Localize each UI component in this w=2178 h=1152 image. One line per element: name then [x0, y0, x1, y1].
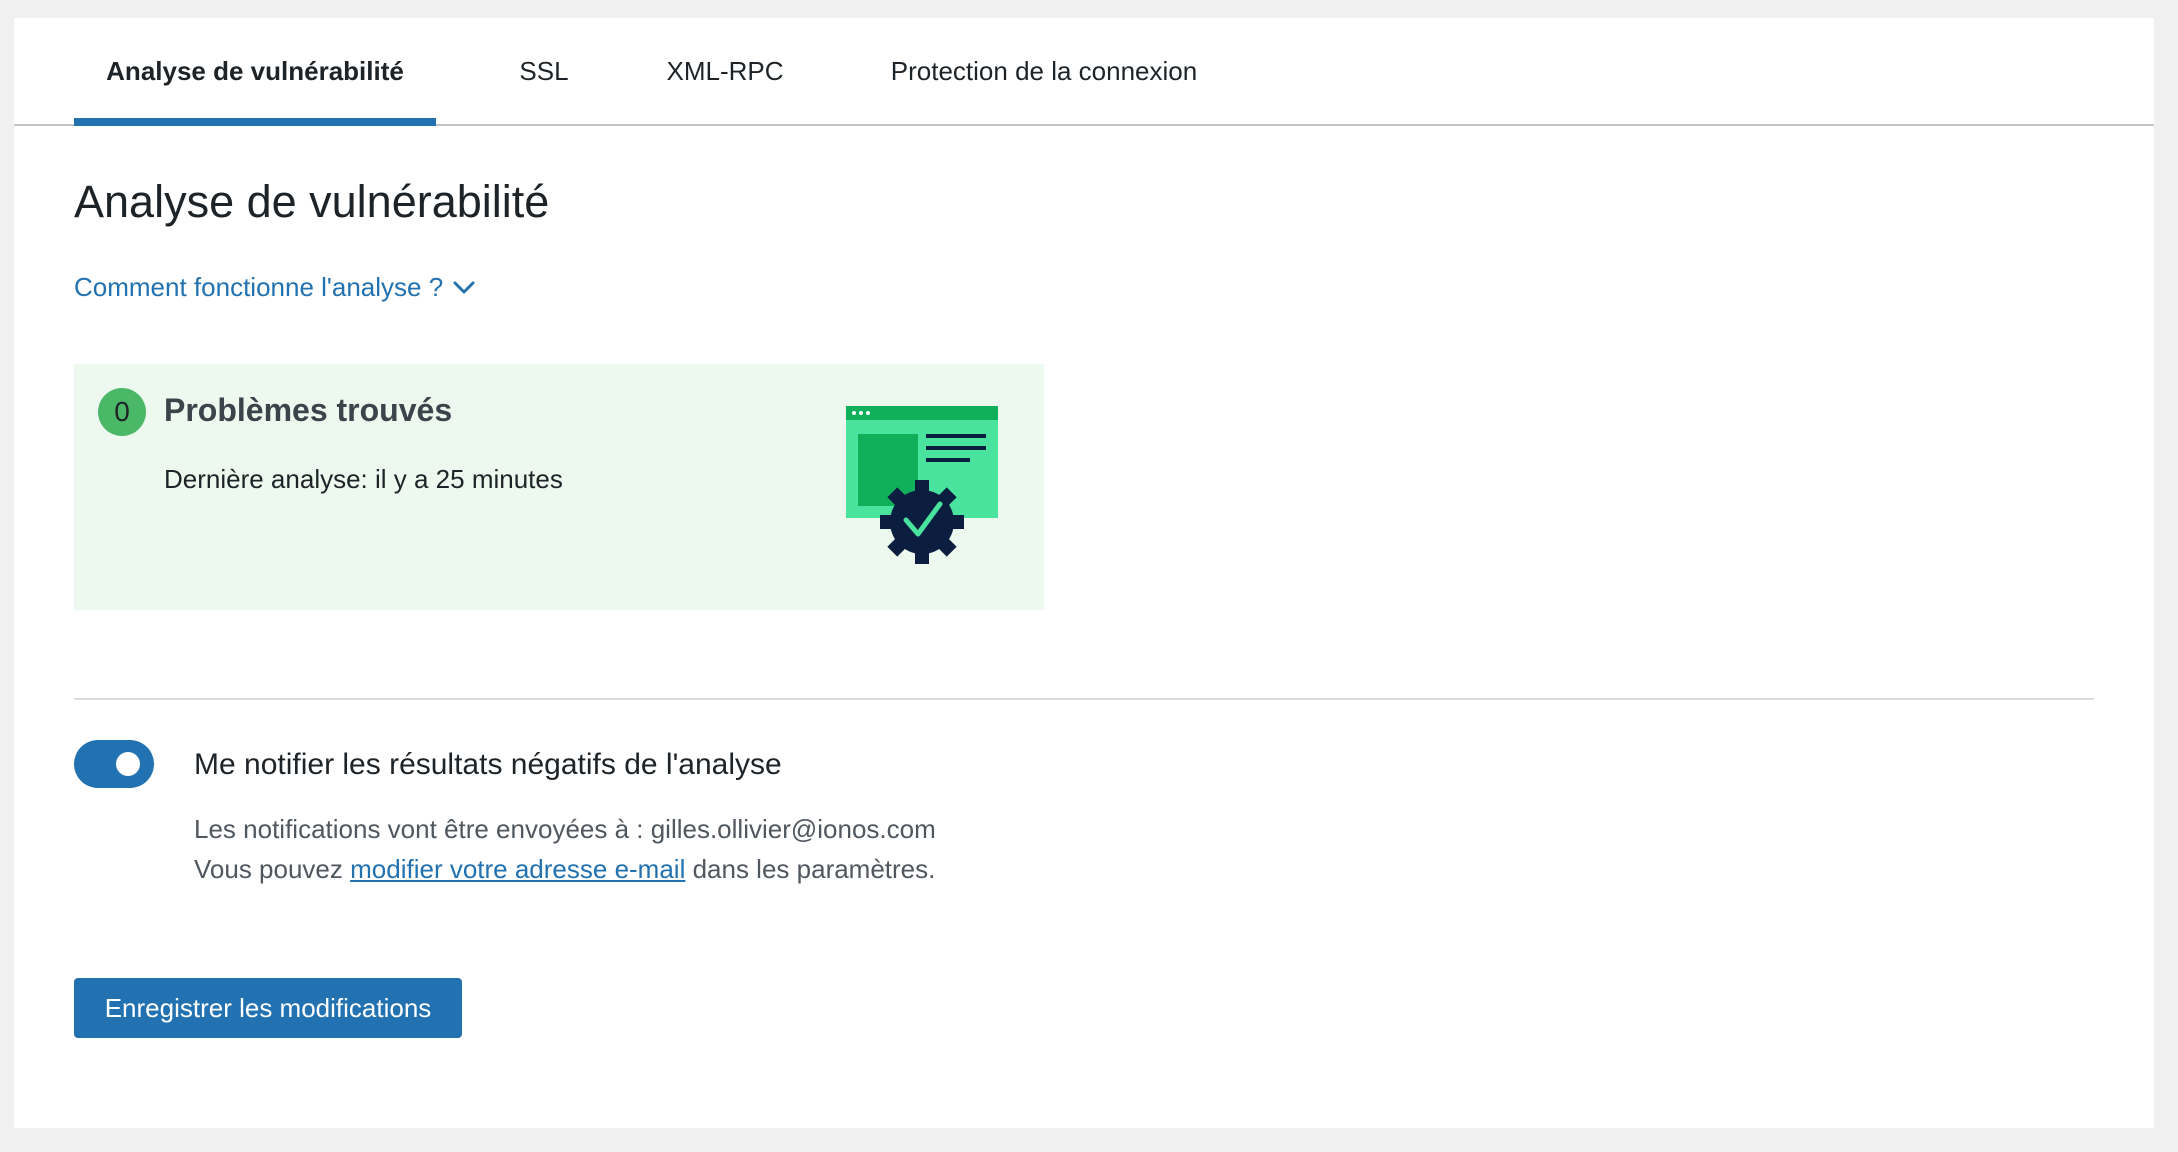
toggle-knob	[116, 752, 140, 776]
settings-text-suffix: dans les paramètres.	[685, 854, 936, 884]
scan-result-card: 0 Problèmes trouvés Dernière analyse: il…	[74, 364, 1044, 610]
how-it-works-label: Comment fonctionne l'analyse ?	[74, 272, 444, 302]
tab-bar: Analyse de vulnérabilité SSL XML-RPC Pro…	[14, 18, 2154, 126]
how-it-works-link[interactable]: Comment fonctionne l'analyse ?	[74, 272, 475, 303]
tab-login-protection[interactable]: Protection de la connexion	[864, 18, 1224, 124]
issues-found-title: Problèmes trouvés	[164, 392, 453, 428]
chevron-down-icon	[453, 281, 475, 293]
notification-email-text: Les notifications vont être envoyées à :…	[194, 814, 936, 844]
notify-toggle[interactable]	[74, 740, 154, 788]
section-divider	[74, 698, 2094, 700]
website-shield-check-illustration	[846, 406, 998, 564]
issue-count-badge: 0	[98, 388, 146, 436]
settings-panel: Analyse de vulnérabilité SSL XML-RPC Pro…	[14, 18, 2154, 1128]
tab-xml-rpc[interactable]: XML-RPC	[646, 18, 804, 124]
settings-text-prefix: Vous pouvez	[194, 854, 351, 884]
tab-vulnerability-scan[interactable]: Analyse de vulnérabilité	[74, 18, 436, 126]
tab-ssl[interactable]: SSL	[494, 18, 594, 124]
save-button[interactable]: Enregistrer les modifications	[74, 978, 462, 1038]
modify-email-link[interactable]: modifier votre adresse e-mail	[350, 854, 685, 884]
notification-settings-text: Vous pouvez modifier votre adresse e-mai…	[194, 854, 935, 885]
notify-label: Me notifier les résultats négatifs de l'…	[194, 748, 782, 781]
last-scan-text: Dernière analyse: il y a 25 minutes	[164, 464, 563, 494]
page-title: Analyse de vulnérabilité	[74, 176, 550, 227]
